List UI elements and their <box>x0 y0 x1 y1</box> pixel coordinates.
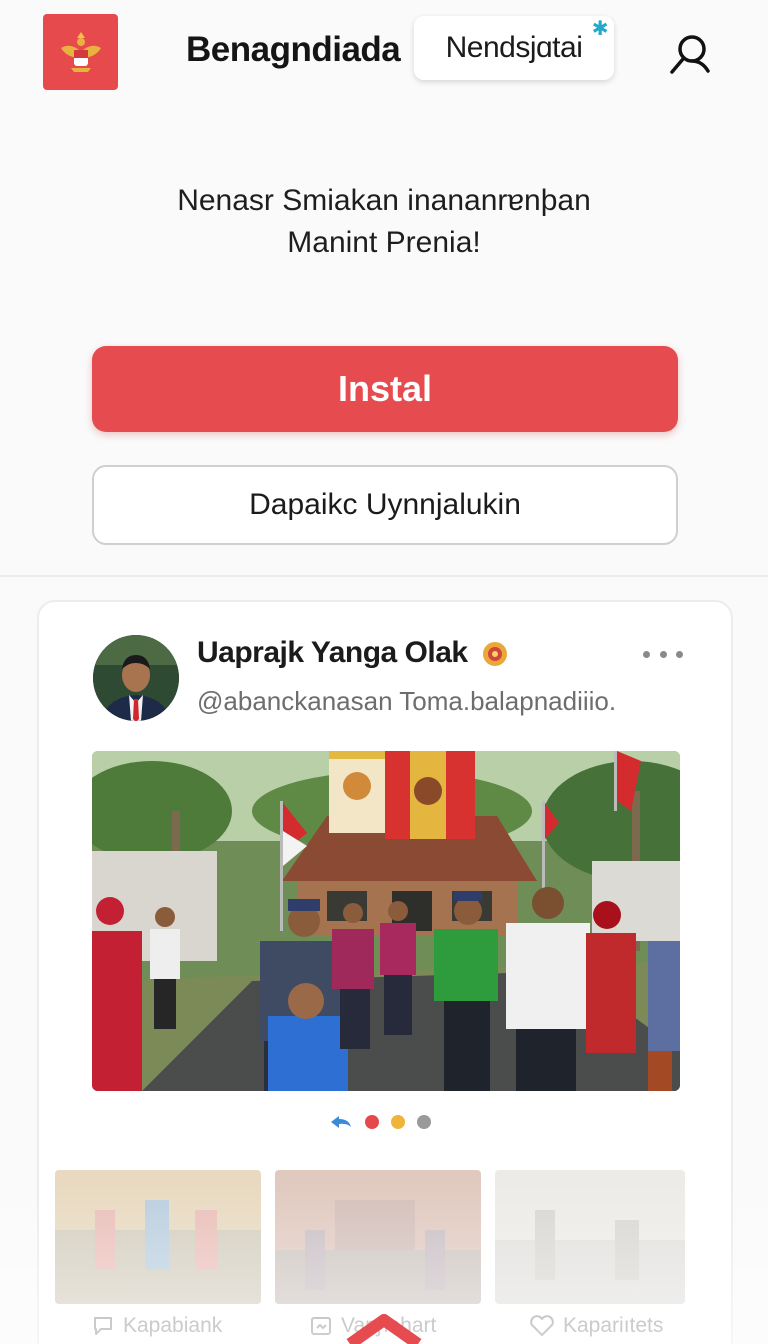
search-button[interactable] <box>664 28 716 80</box>
like-button[interactable]: Kapariıtets <box>529 1308 663 1344</box>
search-icon <box>670 35 710 74</box>
hero-line-1: Nenasr Smiakan inananrɐnþan <box>177 184 591 217</box>
tag-chip[interactable]: Nendsjɑtai ✱ <box>414 16 614 80</box>
star-icon: ✱ <box>591 18 609 40</box>
more-dot <box>643 650 650 658</box>
carousel-dot[interactable] <box>365 1115 379 1129</box>
thumbnail-strip <box>55 1170 715 1304</box>
share-arrow-icon <box>331 1116 351 1128</box>
install-button[interactable]: Instal <box>92 346 678 432</box>
comment-icon <box>94 1317 112 1335</box>
author-handle: @abanckanasan Toma.balapnadiiio. <box>197 686 617 716</box>
thumbnail[interactable] <box>275 1170 481 1304</box>
app-title: Benagndiada <box>186 30 401 69</box>
author-name-text: Uaprajk Yanga Olak <box>197 636 468 669</box>
verified-badge-icon <box>483 642 508 667</box>
like-label: Kapariıtets <box>563 1314 664 1337</box>
comment-button[interactable]: Kapabiank <box>91 1308 222 1344</box>
garuda-emblem-icon[interactable] <box>43 14 118 90</box>
carousel-indicator[interactable] <box>329 1110 443 1134</box>
more-options-icon[interactable] <box>643 642 683 666</box>
avatar[interactable] <box>93 635 179 721</box>
hero-message: Nenasr Smiakan inananrɐnþan Manint Preni… <box>84 180 684 264</box>
carousel-dot[interactable] <box>391 1115 405 1129</box>
post-photo[interactable] <box>92 751 680 1091</box>
chevron-up-icon[interactable] <box>344 1314 424 1344</box>
secondary-action-button[interactable]: Dapaikc Uynnjalukin <box>92 465 678 545</box>
section-divider <box>0 575 768 577</box>
post-card: Uaprajk Yanga Olak @abanckanasan Toma.ba… <box>37 600 733 1344</box>
comment-label: Kapabiank <box>123 1314 223 1337</box>
thumbnail[interactable] <box>495 1170 685 1304</box>
share-icon <box>311 1317 331 1335</box>
carousel-dot[interactable] <box>417 1115 431 1129</box>
more-dot <box>659 650 667 658</box>
more-dot <box>676 650 683 658</box>
hero-line-2: Manint Prenia! <box>287 226 481 259</box>
heart-icon <box>530 1315 554 1336</box>
author-name[interactable]: Uaprajk Yanga Olak <box>197 636 509 670</box>
app-header: Benagndiada Nendsjɑtai ✱ <box>0 0 768 100</box>
thumbnail[interactable] <box>55 1170 261 1304</box>
tag-chip-label: Nendsjɑtai <box>445 31 583 64</box>
